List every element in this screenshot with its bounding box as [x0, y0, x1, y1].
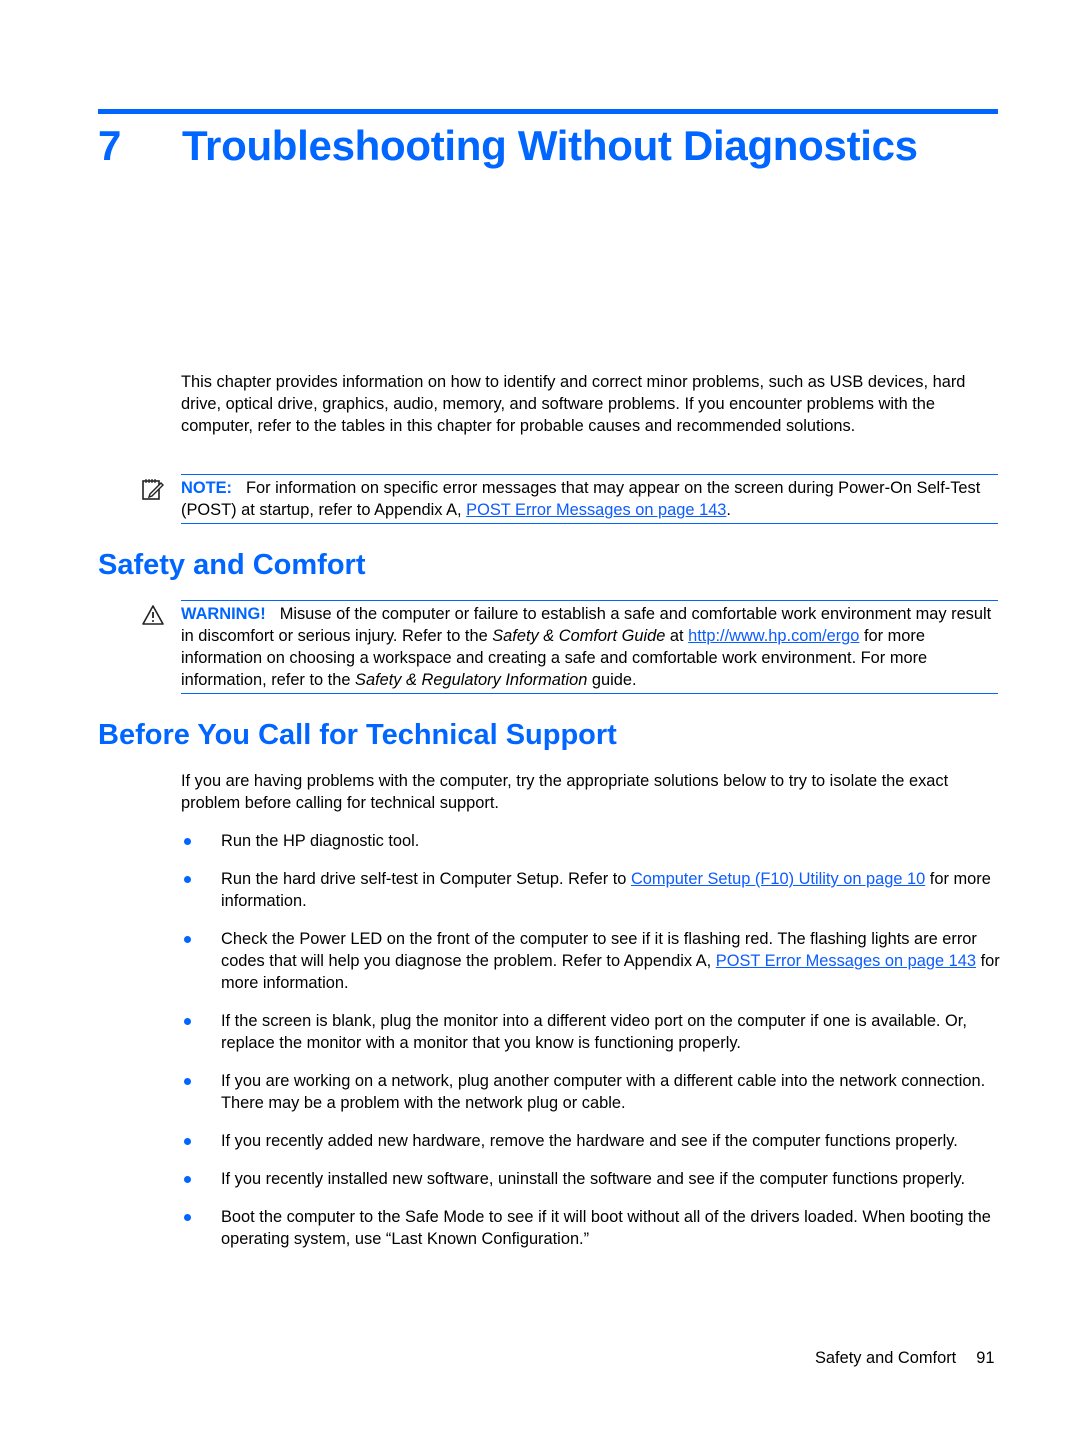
- safety-regulatory-title: Safety & Regulatory Information: [355, 671, 588, 689]
- list-item: Run the hard drive self-test in Computer…: [181, 868, 1001, 912]
- page-footer: Safety and Comfort 91: [815, 1349, 994, 1368]
- hp-ergo-link[interactable]: http://www.hp.com/ergo: [688, 627, 859, 645]
- chapter-title: 7 Troubleshooting Without Diagnostics: [98, 122, 918, 170]
- list-item: If you recently added new hardware, remo…: [181, 1130, 1001, 1152]
- bullet-icon: [184, 1078, 191, 1085]
- chapter-number: 7: [98, 122, 122, 169]
- safety-comfort-guide-title: Safety & Comfort Guide: [492, 627, 666, 645]
- list-item-text: If you recently added new hardware, remo…: [221, 1132, 958, 1150]
- intro-paragraph: This chapter provides information on how…: [181, 373, 966, 435]
- computer-setup-link[interactable]: Computer Setup (F10) Utility on page 10: [631, 870, 925, 888]
- note-label: NOTE:: [181, 479, 232, 497]
- list-item: If you are working on a network, plug an…: [181, 1070, 1001, 1114]
- list-item: If the screen is blank, plug the monitor…: [181, 1010, 1001, 1054]
- post-error-messages-link[interactable]: POST Error Messages on page 143: [466, 501, 726, 519]
- list-item: Run the HP diagnostic tool.: [181, 830, 1001, 852]
- warning-text: at: [665, 627, 689, 645]
- chapter-title-text: Troubleshooting Without Diagnostics: [182, 122, 918, 169]
- bullet-icon: [184, 1176, 191, 1183]
- warning-triangle-icon: [142, 605, 164, 625]
- list-item-text: If you are working on a network, plug an…: [221, 1072, 986, 1112]
- bullet-icon: [184, 838, 191, 845]
- list-item: Check the Power LED on the front of the …: [181, 928, 1001, 994]
- section-heading-safety: Safety and Comfort: [98, 549, 366, 581]
- list-item-text: Run the hard drive self-test in Computer…: [221, 870, 631, 888]
- bullet-icon: [184, 1214, 191, 1221]
- note-pencil-icon: [142, 479, 164, 500]
- bullet-icon: [184, 1138, 191, 1145]
- list-item: If you recently installed new software, …: [181, 1168, 1001, 1190]
- support-checklist: Run the HP diagnostic tool. Run the hard…: [181, 830, 1001, 1266]
- note-text-end: .: [726, 501, 731, 519]
- bullet-icon: [184, 936, 191, 943]
- before-support-intro: If you are having problems with the comp…: [181, 772, 949, 812]
- warning-label: WARNING!: [181, 605, 266, 623]
- bullet-icon: [184, 876, 191, 883]
- bullet-icon: [184, 1018, 191, 1025]
- page-number: 91: [976, 1349, 995, 1367]
- footer-section: Safety and Comfort: [815, 1349, 957, 1367]
- list-item-text: If the screen is blank, plug the monitor…: [221, 1012, 967, 1052]
- warning-callout: WARNING! Misuse of the computer or failur…: [142, 600, 998, 694]
- list-item-text: Boot the computer to the Safe Mode to se…: [221, 1208, 991, 1248]
- list-item: Boot the computer to the Safe Mode to se…: [181, 1206, 1001, 1250]
- post-error-messages-link[interactable]: POST Error Messages on page 143: [716, 952, 976, 970]
- section-heading-before-support: Before You Call for Technical Support: [98, 719, 617, 751]
- chapter-rule: [98, 109, 998, 114]
- warning-text: guide.: [587, 671, 637, 689]
- list-item-text: Run the HP diagnostic tool.: [221, 832, 420, 850]
- list-item-text: If you recently installed new software, …: [221, 1170, 966, 1188]
- note-callout: NOTE: For information on specific error m…: [142, 474, 998, 524]
